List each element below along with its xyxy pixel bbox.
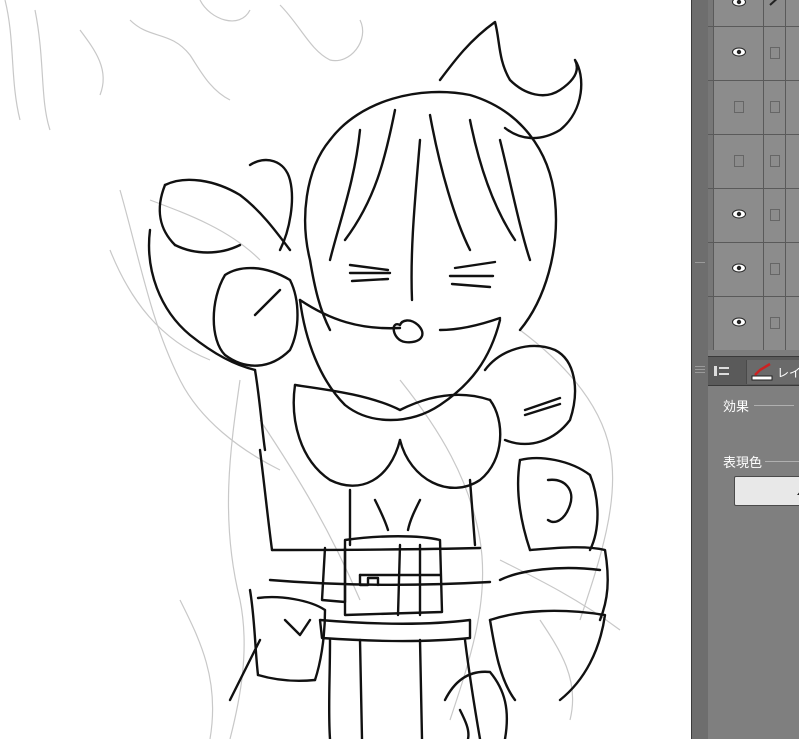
layer-row[interactable] [708, 26, 799, 80]
eye-icon[interactable] [732, 317, 746, 327]
tab-layer-properties[interactable]: レイ [746, 360, 799, 384]
grip-line [695, 366, 705, 367]
layer-row[interactable] [708, 80, 799, 134]
panel-resize-handle[interactable] [691, 0, 708, 739]
lock-checkbox[interactable] [770, 263, 780, 275]
grip-line [695, 372, 705, 373]
eye-icon[interactable] [732, 0, 746, 7]
lock-checkbox[interactable] [770, 317, 780, 329]
visibility-checkbox[interactable] [734, 101, 744, 113]
expression-color-dropdown[interactable] [734, 476, 799, 506]
panel-menu-icon[interactable] [712, 363, 732, 379]
grip-line [695, 262, 705, 263]
layer-row[interactable] [708, 134, 799, 188]
layer-row[interactable] [708, 296, 799, 350]
pen-icon [769, 0, 778, 6]
right-side-panel: レイ 効果 表現色 [708, 0, 799, 739]
visibility-checkbox[interactable] [734, 155, 744, 167]
layer-row[interactable] [708, 0, 799, 26]
lock-checkbox[interactable] [770, 155, 780, 167]
character-line-art [4, 0, 621, 739]
section-divider [754, 405, 794, 406]
layer-row[interactable] [708, 242, 799, 296]
panel-tab-bar: レイ [708, 356, 799, 386]
eye-icon[interactable] [732, 263, 746, 273]
eye-icon[interactable] [732, 209, 746, 219]
layer-property-panel: 効果 表現色 [708, 386, 799, 739]
section-divider [765, 461, 799, 462]
tab-label: レイ [777, 366, 799, 380]
layer-property-icon [751, 362, 773, 381]
lock-checkbox[interactable] [770, 101, 780, 113]
eye-icon[interactable] [732, 47, 746, 57]
layer-list[interactable] [708, 0, 799, 350]
lock-checkbox[interactable] [770, 209, 780, 221]
drawing-canvas[interactable] [0, 0, 691, 739]
grip-line [695, 369, 705, 370]
lock-checkbox[interactable] [770, 47, 780, 59]
effect-section-label: 効果 [723, 400, 750, 415]
expression-color-label: 表現色 [723, 456, 763, 471]
layer-row[interactable] [708, 188, 799, 242]
